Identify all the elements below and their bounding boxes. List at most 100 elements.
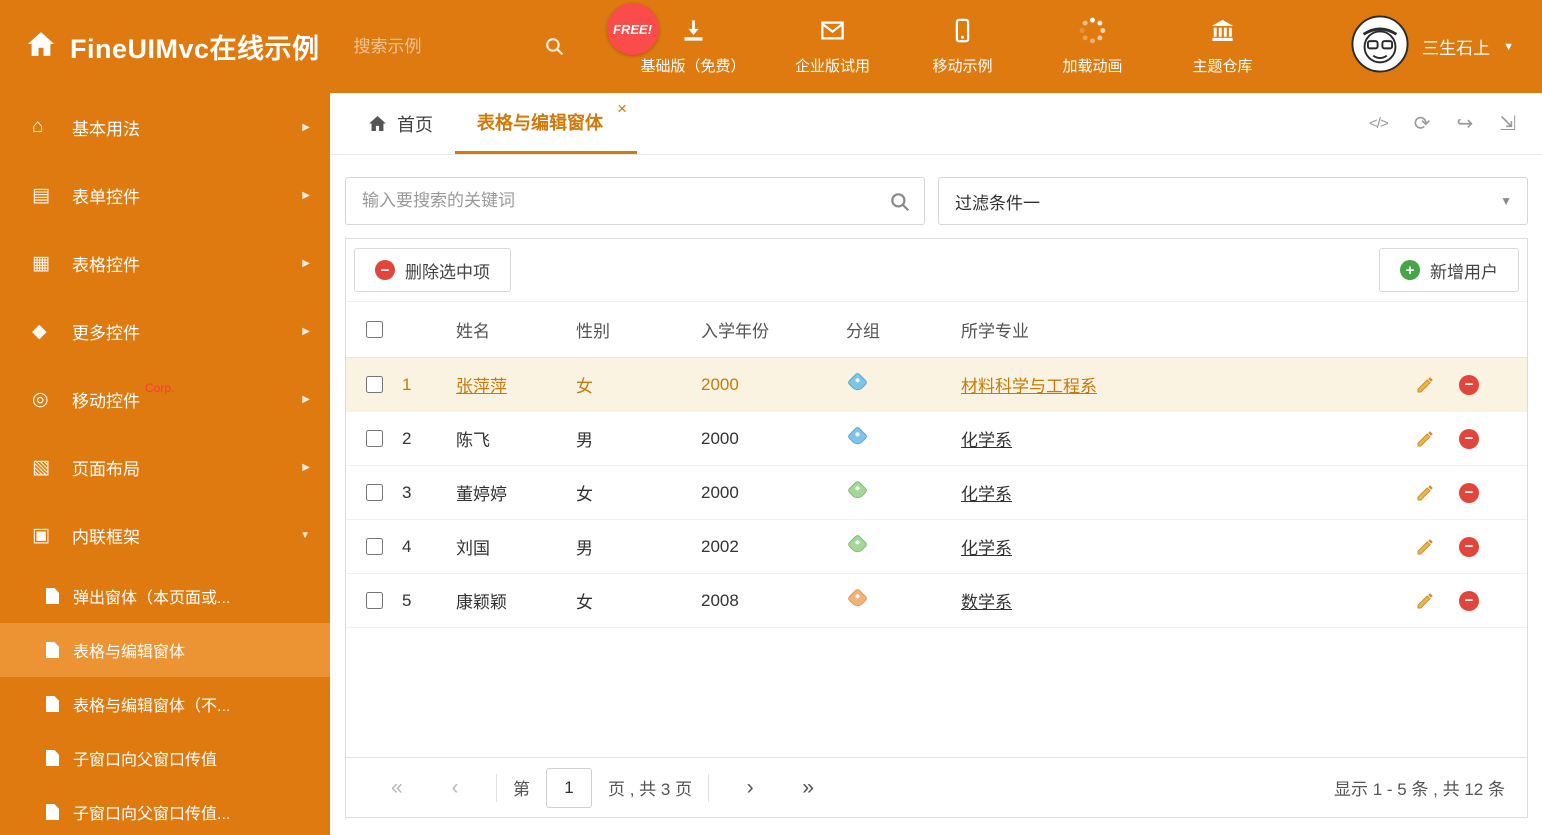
sidebar-subitem-grid-edit-window[interactable]: 表格与编辑窗体 <box>0 623 330 677</box>
header-search <box>353 26 569 67</box>
row-gender: 男 <box>576 431 593 450</box>
sidebar-item-label: 表单控件 <box>72 187 140 207</box>
row-number: 5 <box>402 590 412 610</box>
major-link[interactable]: 数学系 <box>961 593 1012 612</box>
major-link[interactable]: 化学系 <box>961 431 1012 450</box>
delete-icon[interactable] <box>1459 428 1479 449</box>
add-user-label: 新增用户 <box>1430 262 1498 282</box>
page-content: 过滤条件一 ▼ 删除选中项 新增用户 姓名 性别 入学年份 <box>330 155 1542 818</box>
tab-home[interactable]: 首页 <box>346 93 455 154</box>
refresh-icon[interactable]: ⟳ <box>1414 111 1431 136</box>
app-logo[interactable]: FineUIMvc在线示例 <box>0 27 320 66</box>
row-checkbox[interactable] <box>365 430 383 447</box>
delete-selected-button[interactable]: 删除选中项 <box>354 248 511 292</box>
sidebar-subitem-child-to-parent[interactable]: 子窗口向父窗口传值 <box>0 731 330 785</box>
chevron-down-icon: ▼ <box>1503 40 1514 53</box>
next-page-button[interactable]: › <box>721 776 779 800</box>
row-checkbox[interactable] <box>365 538 383 555</box>
pagination-bar: « ‹ 第 页 , 共 3 页 › » 显示 1 - 5 条 , 共 12 条 <box>346 757 1527 817</box>
table-row[interactable]: 2 陈飞 男 2000 化学系 <box>346 412 1527 466</box>
last-page-button[interactable]: » <box>779 776 837 800</box>
delete-icon[interactable] <box>1459 536 1479 557</box>
pager-divider <box>708 773 710 802</box>
table-row[interactable]: 5 康颖颖 女 2008 数学系 <box>346 574 1527 628</box>
edit-icon[interactable] <box>1415 591 1435 611</box>
tab-grid-edit-window[interactable]: 表格与编辑窗体 × <box>455 93 637 154</box>
chevron-right-icon: ▶ <box>302 461 310 473</box>
table-icon: ▦ <box>32 252 50 274</box>
sidebar-item-basic-usage[interactable]: ⌂ 基本用法 ▶ <box>0 93 330 161</box>
sidebar-item-label: 基本用法 <box>72 119 140 139</box>
file-icon <box>46 642 59 658</box>
main-area: 首页 表格与编辑窗体 × </> ⟳ ↪ ⇲ 过滤条件一 ▼ <box>330 93 1542 835</box>
row-number: 3 <box>402 482 412 502</box>
major-link[interactable]: 材料科学与工程系 <box>961 377 1097 396</box>
user-menu[interactable]: 三生石上 ▼ <box>1351 15 1542 78</box>
app-header: FineUIMvc在线示例 FREE! 基础版（免费） 企业版试用 移动示例 <box>0 0 1542 93</box>
minus-circle-icon <box>375 260 395 280</box>
header-search-input[interactable] <box>353 26 569 67</box>
sidebar-subitem-label: 表格与编辑窗体（不... <box>73 698 231 715</box>
search-icon[interactable] <box>889 191 911 218</box>
page-label-prefix: 第 <box>513 780 530 799</box>
prev-page-button[interactable]: ‹ <box>426 776 484 800</box>
row-year: 2008 <box>701 590 739 610</box>
table-row[interactable]: 4 刘国 男 2002 化学系 <box>346 520 1527 574</box>
row-gender: 女 <box>576 593 593 612</box>
keyword-search-input[interactable] <box>346 178 924 224</box>
search-icon[interactable] <box>544 36 565 62</box>
nav-item-theme-repo[interactable]: 主题仓库 <box>1180 17 1266 76</box>
nav-item-basic-free[interactable]: FREE! 基础版（免费） <box>606 3 746 76</box>
sidebar-subitem-label: 弹出窗体（本页面或... <box>73 590 231 607</box>
sidebar-item-form-controls[interactable]: ▤ 表单控件 ▶ <box>0 161 330 229</box>
edit-icon[interactable] <box>1415 429 1435 449</box>
chevron-right-icon: ▶ <box>302 257 310 269</box>
table-row[interactable]: 3 董婷婷 女 2000 化学系 <box>346 466 1527 520</box>
file-icon <box>46 750 59 766</box>
table-row[interactable]: 1 张萍萍 女 2000 材料科学与工程系 <box>346 358 1527 412</box>
add-user-button[interactable]: 新增用户 <box>1379 248 1519 292</box>
expand-icon[interactable]: ⇲ <box>1499 111 1516 136</box>
edit-icon[interactable] <box>1415 537 1435 557</box>
select-all-checkbox[interactable] <box>365 321 383 338</box>
row-checkbox[interactable] <box>365 376 383 393</box>
row-checkbox[interactable] <box>365 484 383 501</box>
edit-icon[interactable] <box>1415 375 1435 395</box>
nav-item-loading-animation[interactable]: 加载动画 <box>1050 17 1136 76</box>
edit-icon[interactable] <box>1415 483 1435 503</box>
row-number: 4 <box>402 536 412 556</box>
sidebar-item-mobile-controls[interactable]: ◎ 移动控件 Corp. ▶ <box>0 365 330 433</box>
nav-item-enterprise-trial[interactable]: 企业版试用 <box>790 17 876 76</box>
sidebar-subitem-popup-window[interactable]: 弹出窗体（本页面或... <box>0 569 330 623</box>
home-icon <box>368 114 387 133</box>
page-number-input[interactable] <box>546 767 592 808</box>
delete-icon[interactable] <box>1459 374 1479 395</box>
delete-icon[interactable] <box>1459 482 1479 503</box>
sidebar-item-inline-frame[interactable]: ▣ 内联框架 ▼ <box>0 501 330 569</box>
tag-icon <box>846 479 869 501</box>
row-checkbox[interactable] <box>365 592 383 609</box>
sidebar-item-grid-controls[interactable]: ▦ 表格控件 ▶ <box>0 229 330 297</box>
tag-icon <box>846 587 869 609</box>
close-icon[interactable]: × <box>617 100 627 117</box>
spinner-icon <box>1079 17 1106 48</box>
filter-dropdown-value: 过滤条件一 <box>955 193 1040 213</box>
major-link[interactable]: 化学系 <box>961 539 1012 558</box>
sidebar-subitem-grid-edit-window-2[interactable]: 表格与编辑窗体（不... <box>0 677 330 731</box>
share-icon[interactable]: ↪ <box>1456 111 1473 136</box>
sidebar-subitem-child-to-parent-2[interactable]: 子窗口向父窗口传值... <box>0 785 330 835</box>
nav-item-mobile-demo[interactable]: 移动示例 <box>920 17 1006 76</box>
file-icon <box>46 696 59 712</box>
filter-dropdown[interactable]: 过滤条件一 ▼ <box>938 177 1528 225</box>
tab-toolbar: </> ⟳ ↪ ⇲ <box>1369 93 1542 154</box>
sidebar-item-page-layout[interactable]: ▧ 页面布局 ▶ <box>0 433 330 501</box>
source-code-icon[interactable]: </> <box>1369 115 1389 132</box>
sidebar-item-more-controls[interactable]: ◆ 更多控件 ▶ <box>0 297 330 365</box>
delete-icon[interactable] <box>1459 590 1479 611</box>
first-page-button[interactable]: « <box>368 776 426 800</box>
major-link[interactable]: 化学系 <box>961 485 1012 504</box>
record-summary: 显示 1 - 5 条 , 共 12 条 <box>1334 780 1505 799</box>
plus-circle-icon <box>1400 260 1420 280</box>
frame-icon: ▣ <box>32 524 50 546</box>
sidebar-item-label: 页面布局 <box>72 459 140 479</box>
